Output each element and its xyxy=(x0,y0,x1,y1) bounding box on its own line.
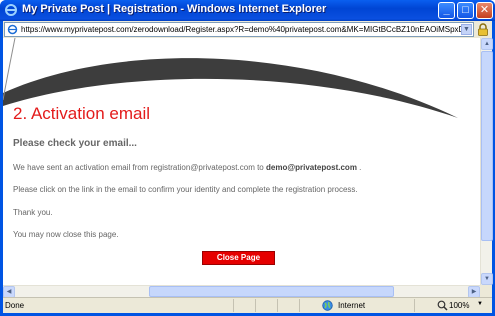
lock-icon[interactable] xyxy=(477,23,489,36)
security-zone[interactable]: Internet xyxy=(299,299,414,312)
maximize-button[interactable]: □ xyxy=(457,2,474,19)
status-text: Done xyxy=(5,301,25,310)
vertical-scrollbar[interactable]: ▲ ▼ xyxy=(480,38,493,285)
instructions-text: Please click on the link in the email to… xyxy=(13,185,358,194)
horizontal-scrollbar[interactable]: ◀ ▶ xyxy=(3,285,480,298)
address-bar: https://www.myprivatepost.com/zerodownlo… xyxy=(3,21,492,38)
zoom-magnifier-icon xyxy=(437,300,448,311)
title-bar[interactable]: My Private Post | Registration - Windows… xyxy=(0,0,495,21)
url-text[interactable]: https://www.myprivatepost.com/zerodownlo… xyxy=(21,24,461,36)
activation-sent-text: We have sent an activation email from re… xyxy=(13,163,361,172)
close-page-button[interactable]: Close Page xyxy=(202,251,275,265)
zoom-control[interactable]: 100% ▼ xyxy=(414,299,492,312)
browser-window: My Private Post | Registration - Windows… xyxy=(0,0,495,316)
close-window-button[interactable]: ✕ xyxy=(476,2,493,19)
address-field[interactable]: https://www.myprivatepost.com/zerodownlo… xyxy=(4,22,474,37)
minimize-button[interactable]: _ xyxy=(438,2,455,19)
zoom-dropdown-icon[interactable]: ▼ xyxy=(477,301,483,307)
scroll-down-arrow-icon[interactable]: ▼ xyxy=(481,273,493,285)
address-dropdown-button[interactable]: ▼ xyxy=(461,24,472,35)
thank-you-text: Thank you. xyxy=(13,208,53,217)
status-bar: Done Internet 100% ▼ xyxy=(3,297,492,313)
status-segment-empty-2 xyxy=(255,299,277,312)
globe-icon xyxy=(322,300,333,311)
page-subheading: Please check your email... xyxy=(13,138,137,149)
scroll-up-arrow-icon[interactable]: ▲ xyxy=(481,38,493,50)
para1-suffix: . xyxy=(359,163,362,172)
page-heading: 2. Activation email xyxy=(13,104,151,123)
page-icon xyxy=(7,24,18,35)
vertical-scroll-thumb[interactable] xyxy=(481,51,493,241)
horizontal-scroll-thumb[interactable] xyxy=(149,286,394,297)
window-title: My Private Post | Registration - Windows… xyxy=(22,3,327,15)
scrollbar-corner xyxy=(480,285,492,297)
zoom-level: 100% xyxy=(449,301,470,310)
page-content: 2. Activation email Please check your em… xyxy=(3,38,480,285)
status-segment-empty-3 xyxy=(277,299,299,312)
para1-prefix: We have sent an activation email from re… xyxy=(13,163,264,172)
ie-logo-icon xyxy=(5,4,17,16)
recipient-email: demo@privatepost.com xyxy=(266,163,357,172)
close-hint-text: You may now close this page. xyxy=(13,230,119,239)
status-segment-empty-1 xyxy=(233,299,255,312)
zone-label: Internet xyxy=(338,301,366,310)
